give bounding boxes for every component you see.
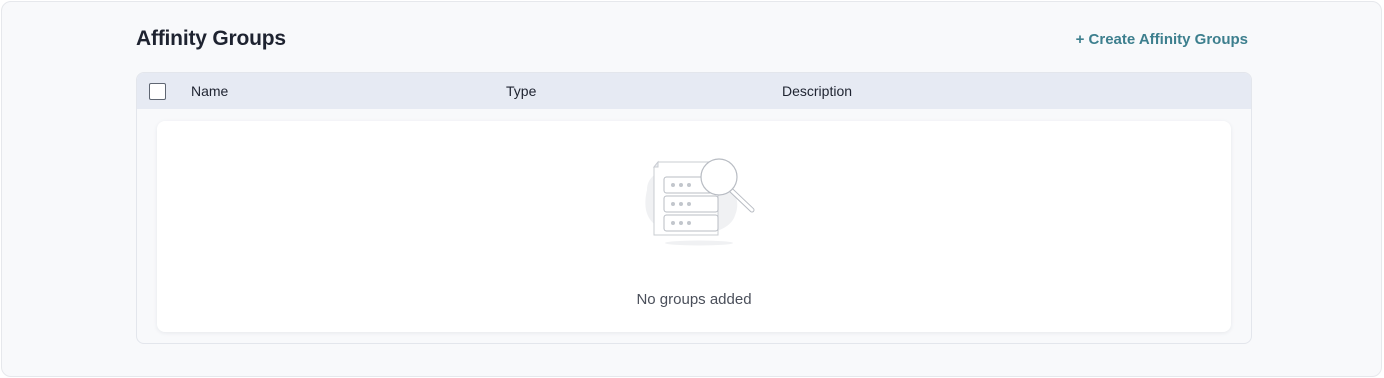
column-header-type[interactable]: Type (506, 83, 536, 99)
create-affinity-groups-link[interactable]: + Create Affinity Groups (1076, 31, 1248, 48)
table-header: Name Type Description (137, 73, 1251, 109)
empty-search-servers-icon (645, 158, 755, 246)
column-header-description[interactable]: Description (782, 83, 852, 99)
affinity-groups-panel: Affinity Groups + Create Affinity Groups… (1, 1, 1382, 377)
select-all-checkbox[interactable] (149, 83, 166, 100)
empty-message: No groups added (636, 291, 752, 308)
affinity-groups-table: Name Type Description No groups added (136, 72, 1252, 344)
empty-state: No groups added (157, 121, 1231, 332)
section-title: Affinity Groups (136, 27, 286, 50)
column-header-name[interactable]: Name (191, 83, 228, 99)
